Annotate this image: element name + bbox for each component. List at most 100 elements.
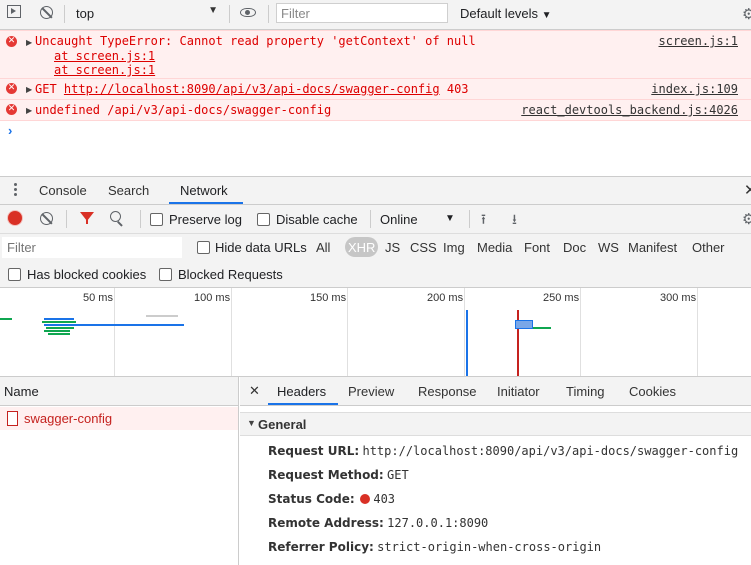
remote-address-label: Remote Address:: [268, 516, 384, 530]
throttle-select[interactable]: Online ▼: [380, 212, 460, 227]
settings-gear-icon[interactable]: ⚙: [742, 5, 751, 23]
selected-request-bar: [515, 320, 533, 329]
general-section-header[interactable]: ▼ General: [240, 412, 751, 436]
request-list-pane: Name swagger-config: [0, 377, 239, 565]
clear-console-icon[interactable]: [40, 6, 53, 19]
filter-type-doc[interactable]: Doc: [563, 240, 586, 255]
tick-gridline: [464, 288, 465, 376]
request-name: swagger-config: [24, 411, 113, 426]
console-error-message: ✕ ▶ Uncaught TypeError: Cannot read prop…: [0, 30, 751, 78]
context-select-label: top: [76, 6, 95, 21]
log-levels-dropdown[interactable]: Default levels ▼: [460, 6, 552, 21]
import-har-icon[interactable]: ⭱: [481, 209, 486, 233]
filter-type-js[interactable]: JS: [385, 240, 400, 255]
overview-bar: [48, 333, 70, 335]
tab-preview[interactable]: Preview: [348, 384, 394, 399]
status-code-row: Status Code: 403: [268, 492, 395, 506]
stack-frame-link[interactable]: at screen.js:1: [54, 63, 155, 77]
tick-gridline: [697, 288, 698, 376]
expand-triangle-icon[interactable]: ▶: [26, 106, 32, 115]
network-overview[interactable]: 50 ms 100 ms 150 ms 200 ms 250 ms 300 ms: [0, 288, 751, 377]
filter-type-manifest[interactable]: Manifest: [628, 240, 677, 255]
console-prompt-icon[interactable]: ›: [8, 123, 12, 138]
expand-triangle-icon[interactable]: ▶: [26, 38, 32, 47]
stack-frame-link[interactable]: at screen.js:1: [54, 49, 155, 63]
hide-data-urls-checkbox[interactable]: [197, 241, 210, 254]
close-drawer-icon[interactable]: ✕: [744, 181, 751, 199]
status-code-value: 403: [373, 492, 396, 506]
tab-headers[interactable]: Headers: [277, 384, 326, 399]
overview-bar: [44, 330, 70, 332]
tab-initiator[interactable]: Initiator: [497, 384, 540, 399]
request-url-row: Request URL: http://localhost:8090/api/v…: [268, 444, 738, 458]
filter-type-media[interactable]: Media: [477, 240, 512, 255]
stack-frame: at screen.js:1: [54, 49, 155, 63]
name-column-header[interactable]: Name: [4, 384, 39, 399]
request-url-label: Request URL:: [268, 444, 360, 458]
filter-type-all[interactable]: All: [316, 240, 330, 255]
preserve-log-checkbox[interactable]: [150, 213, 163, 226]
overview-bar: [146, 315, 178, 317]
filter-type-font[interactable]: Font: [524, 240, 550, 255]
export-har-icon[interactable]: ⭳: [512, 209, 517, 233]
request-status: 403: [446, 82, 469, 96]
drawer-menu-icon[interactable]: [14, 183, 17, 196]
close-details-icon[interactable]: ✕: [249, 383, 260, 399]
eye-icon[interactable]: [240, 8, 256, 17]
filter-type-other[interactable]: Other: [692, 240, 725, 255]
chevron-down-icon: ▼: [445, 213, 455, 224]
overview-bar: [46, 327, 74, 329]
network-toolbar: Preserve log Disable cache Online ▼ ⭱ ⭳ …: [0, 205, 751, 234]
tick-label: 150 ms: [310, 292, 347, 304]
tab-response[interactable]: Response: [418, 384, 477, 399]
referrer-policy-label: Referrer Policy:: [268, 540, 374, 554]
network-filter-input[interactable]: [2, 237, 182, 258]
request-method-value: GET: [387, 468, 409, 482]
context-select[interactable]: top ▼: [70, 4, 222, 24]
overview-bar: [42, 321, 76, 323]
tab-search[interactable]: Search: [108, 183, 149, 198]
filter-type-img[interactable]: Img: [443, 240, 465, 255]
overview-bar: [44, 324, 184, 326]
disable-cache-checkbox[interactable]: [257, 213, 270, 226]
error-source-link[interactable]: screen.js:1: [659, 34, 738, 48]
clear-icon[interactable]: [40, 212, 53, 225]
network-filter-row: Hide data URLs All XHR JS CSS Img Media …: [0, 234, 751, 261]
log-levels-label: Default levels: [460, 6, 539, 21]
status-dot-icon: [360, 494, 370, 504]
request-details-pane: ✕ Headers Preview Response Initiator Tim…: [240, 377, 751, 565]
request-method-label: Request Method:: [268, 468, 384, 482]
error-icon: ✕: [6, 36, 17, 47]
tab-timing[interactable]: Timing: [566, 384, 605, 399]
search-icon[interactable]: [110, 211, 123, 227]
tab-cookies[interactable]: Cookies: [629, 384, 676, 399]
tab-console[interactable]: Console: [39, 183, 87, 198]
network-settings-gear-icon[interactable]: ⚙: [742, 210, 751, 228]
tick-label: 300 ms: [660, 292, 697, 304]
tick-label: 100 ms: [194, 292, 231, 304]
throttle-label: Online: [380, 212, 418, 227]
stack-frame: at screen.js:1: [54, 63, 155, 77]
filter-type-css[interactable]: CSS: [410, 240, 437, 255]
filter-type-ws[interactable]: WS: [598, 240, 619, 255]
expand-triangle-icon[interactable]: ▶: [26, 85, 32, 94]
network-error-source-link[interactable]: index.js:109: [651, 82, 738, 96]
overview-bar: [533, 327, 551, 329]
filter-type-xhr[interactable]: XHR: [348, 240, 375, 255]
referrer-policy-row: Referrer Policy: strict-origin-when-cros…: [268, 540, 601, 554]
record-icon[interactable]: [8, 211, 22, 225]
request-row[interactable]: swagger-config: [0, 407, 238, 430]
preserve-log-label: Preserve log: [169, 212, 242, 227]
error-source-link[interactable]: react_devtools_backend.js:4026: [521, 103, 738, 117]
console-filter-input[interactable]: [276, 3, 448, 23]
tick-gridline: [580, 288, 581, 376]
collapse-triangle-icon: ▼: [247, 418, 256, 428]
details-tab-bar: ✕ Headers Preview Response Initiator Tim…: [240, 377, 751, 406]
blocked-requests-checkbox[interactable]: [159, 268, 172, 281]
request-url-link[interactable]: http://localhost:8090/api/v3/api-docs/sw…: [64, 82, 440, 96]
sidebar-toggle-icon[interactable]: [7, 5, 21, 18]
has-blocked-cookies-checkbox[interactable]: [8, 268, 21, 281]
tab-network[interactable]: Network: [180, 183, 228, 198]
console-error-message: ✕ ▶ undefined /api/v3/api-docs/swagger-c…: [0, 99, 751, 121]
document-icon: [7, 411, 18, 426]
